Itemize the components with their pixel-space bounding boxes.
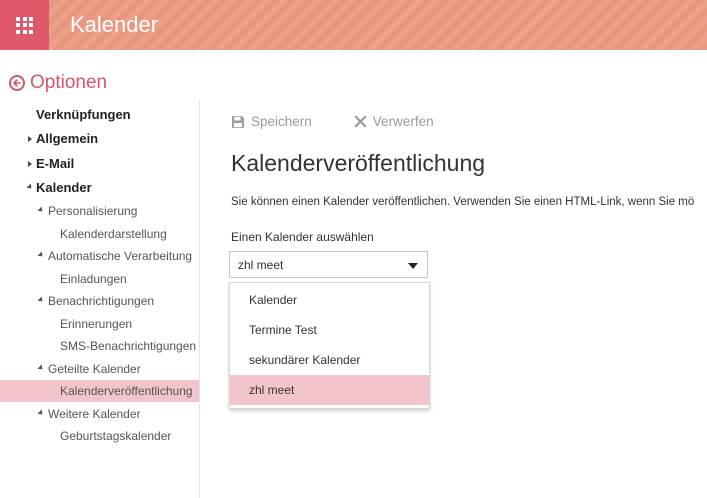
- dropdown-option-kalender[interactable]: Kalender: [230, 285, 429, 315]
- chevron-down-icon: [408, 263, 418, 269]
- collapse-arrow-icon[interactable]: [26, 183, 34, 191]
- nav-item-benachrichtigungen[interactable]: Benachrichtigungen: [0, 290, 199, 312]
- page-title: Kalenderveröffentlichung: [231, 150, 486, 176]
- nav-item-kalender[interactable]: Kalender: [0, 177, 199, 199]
- nav-divider: [199, 100, 200, 498]
- nav-item-sms-benachrichtigungen[interactable]: SMS-Benachrichtigungen: [0, 335, 199, 357]
- nav-item-email[interactable]: E-Mail: [0, 153, 199, 175]
- discard-label: Verwerfen: [372, 114, 434, 129]
- expand-arrow-icon[interactable]: [28, 160, 32, 167]
- nav-item-erinnerungen[interactable]: Erinnerungen: [0, 313, 199, 335]
- options-nav: Verknüpfungen Allgemein E-Mail Kalender …: [0, 0, 199, 498]
- save-label: Speichern: [251, 114, 312, 129]
- calendar-select-value: zhl meet: [238, 258, 284, 272]
- save-button[interactable]: Speichern: [231, 114, 312, 129]
- toolbar: Speichern Verwerfen: [231, 114, 476, 129]
- nav-item-label: Kalenderdarstellung: [60, 227, 167, 241]
- discard-button[interactable]: Verwerfen: [354, 114, 434, 129]
- nav-item-personalisierung[interactable]: Personalisierung: [0, 200, 199, 222]
- nav-item-label: SMS-Benachrichtigungen: [60, 339, 197, 353]
- nav-item-einladungen[interactable]: Einladungen: [0, 268, 199, 290]
- nav-item-label: Geteilte Kalender: [48, 362, 141, 376]
- dropdown-option-zhl-meet[interactable]: zhl meet: [230, 375, 429, 405]
- nav-item-weitere-kalender[interactable]: Weitere Kalender: [0, 403, 199, 425]
- calendar-dropdown: Kalender Termine Test sekundärer Kalende…: [229, 282, 430, 409]
- nav-item-label: Allgemein: [36, 131, 99, 146]
- nav-item-label: E-Mail: [36, 156, 75, 171]
- expand-arrow-icon[interactable]: [28, 135, 32, 142]
- nav-item-kalenderveroeffentlichung[interactable]: Kalenderveröffentlichung: [0, 380, 199, 402]
- nav-item-label: Geburtstagskalender: [60, 429, 172, 443]
- page-description: Sie können einen Kalender veröffentliche…: [231, 196, 695, 208]
- collapse-arrow-icon[interactable]: [37, 409, 45, 417]
- save-icon: [232, 115, 244, 128]
- dropdown-option-termine-test[interactable]: Termine Test: [230, 315, 429, 345]
- dropdown-option-sekundaerer-kalender[interactable]: sekundärer Kalender: [230, 345, 429, 375]
- calendar-select-label: Einen Kalender auswählen: [231, 230, 374, 244]
- nav-item-verknuepfungen[interactable]: Verknüpfungen: [0, 104, 199, 126]
- collapse-arrow-icon[interactable]: [37, 206, 45, 214]
- nav-item-label: Automatische Verarbeitung: [48, 249, 193, 263]
- nav-item-geburtstagskalender[interactable]: Geburtstagskalender: [0, 425, 199, 447]
- collapse-arrow-icon[interactable]: [37, 296, 45, 304]
- nav-item-geteilte-kalender[interactable]: Geteilte Kalender: [0, 358, 199, 380]
- calendar-select[interactable]: zhl meet: [229, 251, 428, 278]
- collapse-arrow-icon[interactable]: [37, 364, 45, 372]
- nav-item-kalenderdarstellung[interactable]: Kalenderdarstellung: [0, 223, 199, 245]
- nav-item-label: Einladungen: [60, 272, 127, 286]
- nav-item-automatische-verarbeitung[interactable]: Automatische Verarbeitung: [0, 245, 199, 267]
- nav-item-allgemein[interactable]: Allgemein: [0, 128, 199, 150]
- nav-item-label: Kalenderveröffentlichung: [60, 384, 193, 398]
- nav-item-label: Erinnerungen: [60, 317, 133, 331]
- nav-item-label: Kalender: [36, 180, 92, 195]
- nav-item-label: Verknüpfungen: [36, 107, 131, 122]
- nav-item-label: Benachrichtigungen: [48, 294, 155, 308]
- nav-item-label: Personalisierung: [48, 204, 138, 218]
- nav-item-label: Weitere Kalender: [48, 407, 141, 421]
- collapse-arrow-icon[interactable]: [37, 251, 45, 259]
- close-icon: [354, 115, 367, 128]
